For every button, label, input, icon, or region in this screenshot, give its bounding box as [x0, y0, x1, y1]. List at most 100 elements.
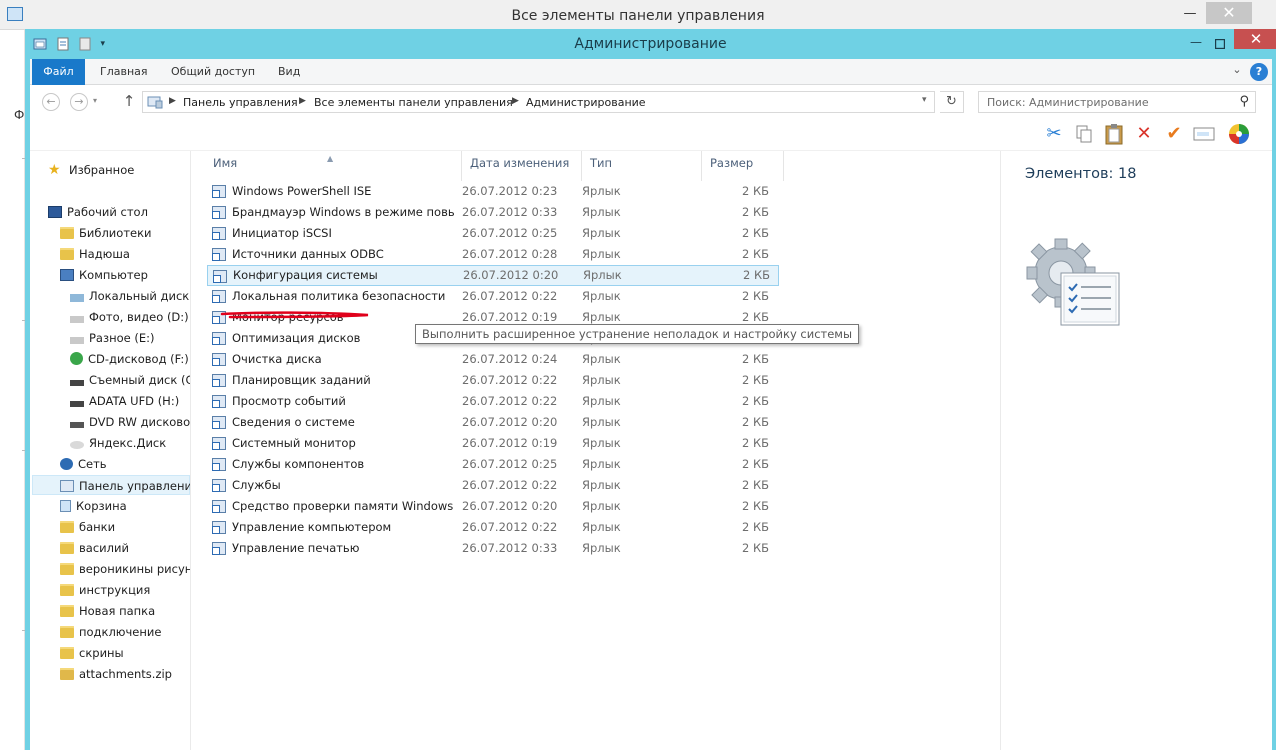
- column-header-date[interactable]: Дата изменения: [464, 151, 582, 181]
- file-row[interactable]: Средство проверки памяти Windows 26.07.20…: [207, 496, 779, 517]
- nav-label: банки: [79, 520, 116, 534]
- breadcrumb-all-items[interactable]: Все элементы панели управления: [314, 96, 513, 109]
- nav-item-drive[interactable]: Разное (E:): [70, 328, 155, 348]
- maximize-button[interactable]: [1209, 35, 1231, 53]
- scissors-icon[interactable]: ✂: [1043, 123, 1065, 145]
- file-row[interactable]: Очистка диска 26.07.2012 0:24 Ярлык 2 КБ: [207, 349, 779, 370]
- dvd-drive-icon: [70, 422, 84, 428]
- background-minimize-button[interactable]: —: [1176, 6, 1204, 24]
- background-close-button[interactable]: ✕: [1206, 2, 1252, 24]
- nav-item-folder[interactable]: банки: [60, 517, 115, 537]
- search-input[interactable]: Поиск: Администрирование ⚲: [978, 91, 1256, 113]
- tab-share[interactable]: Общий доступ: [163, 59, 263, 85]
- delete-icon[interactable]: ✕: [1133, 123, 1155, 145]
- recent-locations-icon[interactable]: ▾: [93, 96, 97, 105]
- nav-item-network[interactable]: Сеть: [60, 454, 107, 474]
- nav-item-computer[interactable]: Компьютер: [60, 265, 148, 285]
- file-row[interactable]: Службы 26.07.2012 0:22 Ярлык 2 КБ: [207, 475, 779, 496]
- nav-item-user[interactable]: Надюша: [60, 244, 130, 264]
- background-titlebar[interactable]: Все элементы панели управления — ✕: [0, 0, 1276, 30]
- nav-item-drive[interactable]: Локальный диск (C:): [70, 286, 190, 306]
- file-row[interactable]: Сведения о системе 26.07.2012 0:20 Ярлык 2 …: [207, 412, 779, 433]
- check-icon[interactable]: ✔: [1163, 123, 1185, 145]
- file-date: 26.07.2012 0:24: [462, 352, 558, 366]
- star-icon: ★: [48, 162, 61, 178]
- nav-item-favorites[interactable]: ★ Избранное: [48, 160, 134, 180]
- file-row[interactable]: Управление печатью 26.07.2012 0:33 Ярлык 2 …: [207, 538, 779, 559]
- file-type: Ярлык: [582, 373, 621, 387]
- window-titlebar[interactable]: ▾ Администрирование — ✕: [25, 29, 1276, 59]
- file-size: 2 КБ: [741, 184, 769, 198]
- shortcut-icon: [212, 185, 226, 198]
- nav-label: василий: [79, 541, 129, 555]
- nav-item-folder[interactable]: подключение: [60, 622, 161, 642]
- file-row[interactable]: Управление компьютером 26.07.2012 0:22 Ярл…: [207, 517, 779, 538]
- navigation-pane[interactable]: ★ Избранное Рабочий стол Библиотеки Надюш…: [30, 151, 191, 750]
- file-row[interactable]: Локальная политика безопасности 26.07.201…: [207, 286, 779, 307]
- file-row[interactable]: Просмотр событий 26.07.2012 0:22 Ярлык 2 КБ: [207, 391, 779, 412]
- file-date: 26.07.2012 0:22: [462, 289, 558, 303]
- nav-item-folder[interactable]: вероникины рисунки: [60, 559, 190, 579]
- breadcrumb-control-panel[interactable]: Панель управления: [183, 96, 298, 109]
- nav-item-zip[interactable]: attachments.zip: [60, 664, 172, 684]
- rename-icon[interactable]: [1193, 123, 1215, 145]
- nav-item-libraries[interactable]: Библиотеки: [60, 223, 152, 243]
- sort-ascending-icon: ▲: [327, 154, 334, 163]
- nav-label: Фото, видео (D:): [89, 310, 189, 324]
- column-header-type[interactable]: Тип: [584, 151, 702, 181]
- color-wheel-icon[interactable]: [1228, 123, 1250, 145]
- tab-file[interactable]: Файл: [32, 59, 85, 85]
- file-name: Источники данных ODBC: [232, 247, 384, 261]
- file-name: Управление компьютером: [232, 520, 392, 534]
- file-row[interactable]: Конфигурация системы 26.07.2012 0:20 Ярлык…: [207, 265, 779, 286]
- file-row[interactable]: Брандмауэр Windows в режиме повы... 26.07…: [207, 202, 779, 223]
- file-size: 2 КБ: [741, 247, 769, 261]
- breadcrumb-separator-icon[interactable]: ▶: [512, 96, 519, 106]
- file-type: Ярлык: [582, 541, 621, 555]
- breadcrumb-separator-icon[interactable]: ▶: [169, 96, 176, 106]
- back-button[interactable]: ←: [42, 93, 60, 111]
- nav-item-folder[interactable]: василий: [60, 538, 129, 558]
- nav-item-drive[interactable]: Съемный диск (G:): [70, 370, 190, 390]
- nav-item-recycle-bin[interactable]: Корзина: [60, 496, 127, 516]
- close-button[interactable]: ✕: [1234, 29, 1276, 49]
- nav-item-folder[interactable]: Новая папка: [60, 601, 155, 621]
- minimize-button[interactable]: —: [1185, 35, 1207, 53]
- nav-item-folder[interactable]: скрины: [60, 643, 124, 663]
- nav-item-drive[interactable]: ADATA UFD (H:): [70, 391, 179, 411]
- file-row[interactable]: Службы компонентов 26.07.2012 0:25 Ярлык 2 …: [207, 454, 779, 475]
- nav-item-drive[interactable]: DVD RW дисковод: [70, 412, 190, 432]
- breadcrumb-separator-icon[interactable]: ▶: [299, 96, 306, 106]
- nav-item-control-panel[interactable]: Панель управления: [32, 475, 190, 495]
- search-icon[interactable]: ⚲: [1239, 94, 1249, 109]
- refresh-button[interactable]: ↻: [940, 91, 964, 113]
- file-type: Ярлык: [582, 205, 621, 219]
- paste-icon[interactable]: [1103, 123, 1125, 145]
- up-button[interactable]: ↑: [122, 92, 136, 110]
- file-size: 2 КБ: [741, 499, 769, 513]
- nav-item-drive[interactable]: Яндекс.Диск: [70, 433, 166, 453]
- tab-view[interactable]: Вид: [270, 59, 308, 85]
- file-row[interactable]: Источники данных ODBC 26.07.2012 0:28 Ярлы…: [207, 244, 779, 265]
- file-row[interactable]: Инициатор iSCSI 26.07.2012 0:25 Ярлык 2 КБ: [207, 223, 779, 244]
- ribbon: Файл Главная Общий доступ Вид ⌄ ?: [30, 59, 1272, 85]
- address-box[interactable]: ▶ Панель управления ▶ Все элементы панел…: [142, 91, 935, 113]
- file-row[interactable]: Windows PowerShell ISE 26.07.2012 0:23 Ярл…: [207, 181, 779, 202]
- ribbon-expand-icon[interactable]: ⌄: [1228, 63, 1246, 81]
- file-row[interactable]: Системный монитор 26.07.2012 0:19 Ярлык 2 К…: [207, 433, 779, 454]
- address-bar: ← → ▾ ↑ ▶ Панель управления ▶ Все элемен…: [30, 85, 1272, 117]
- address-dropdown-icon[interactable]: ▾: [922, 95, 927, 105]
- help-icon[interactable]: ?: [1250, 63, 1268, 81]
- breadcrumb-administration[interactable]: Администрирование: [526, 96, 646, 109]
- tab-home[interactable]: Главная: [92, 59, 156, 85]
- copy-icon[interactable]: [1073, 123, 1095, 145]
- nav-item-drive[interactable]: Фото, видео (D:): [70, 307, 189, 327]
- column-header-size[interactable]: Размер: [704, 151, 784, 181]
- nav-item-folder[interactable]: инструкция: [60, 580, 150, 600]
- file-row[interactable]: Планировщик заданий 26.07.2012 0:22 Ярлык 2…: [207, 370, 779, 391]
- nav-item-desktop[interactable]: Рабочий стол: [48, 202, 148, 222]
- column-header-name[interactable]: Имя ▲: [207, 151, 462, 181]
- nav-item-drive[interactable]: CD-дисковод (F:): [70, 349, 189, 369]
- file-type: Ярлык: [582, 499, 621, 513]
- forward-button[interactable]: →: [70, 93, 88, 111]
